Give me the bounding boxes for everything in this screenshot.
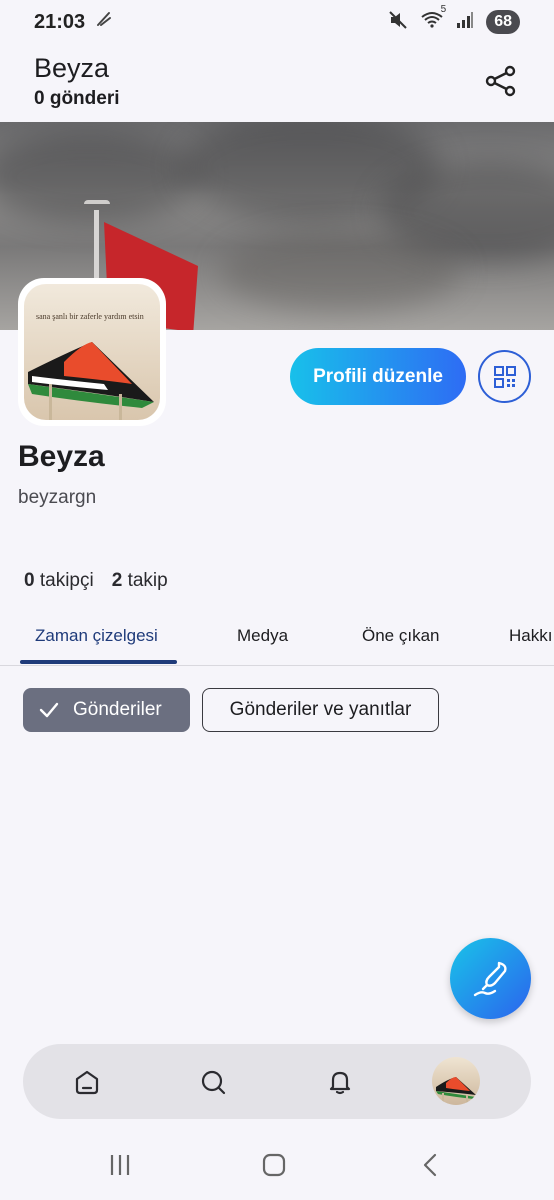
nav-home[interactable] <box>67 1062 107 1102</box>
signal-icon <box>456 11 474 34</box>
check-icon <box>39 702 59 718</box>
battery-indicator: 68 <box>486 10 520 34</box>
bottom-nav <box>23 1044 531 1119</box>
display-name: Beyza <box>18 440 105 473</box>
status-time: 21:03 <box>34 10 86 33</box>
tab-featured[interactable]: Öne çıkan <box>362 626 440 646</box>
flag-avatar-image <box>28 342 154 420</box>
home-button-icon <box>262 1153 286 1177</box>
followers-label: takipçi <box>39 570 94 591</box>
header-post-count: 0 gönderi <box>34 88 120 109</box>
flag-avatar-thumbnail <box>436 1077 476 1105</box>
qr-code-button[interactable] <box>478 350 531 403</box>
following-count: 2 <box>111 570 123 591</box>
filter-posts-replies-label: Gönderiler ve yanıtlar <box>229 699 412 720</box>
back-icon <box>423 1153 437 1177</box>
follow-stats: 0 takipçi 2 takip <box>24 570 168 592</box>
share-icon <box>485 65 516 97</box>
tab-indicator <box>20 660 177 664</box>
tab-about[interactable]: Hakkı <box>509 626 552 646</box>
compose-button[interactable] <box>450 938 531 1019</box>
nav-search[interactable] <box>193 1062 233 1102</box>
profile-tabs: Zaman çizelgesi Medya Öne çıkan Hakkı <box>0 612 554 666</box>
back-button[interactable] <box>410 1150 450 1180</box>
nav-notifications[interactable] <box>320 1062 360 1102</box>
filter-posts-label: Gönderiler <box>73 699 162 720</box>
home-icon <box>75 1070 99 1095</box>
wifi-icon: 5 <box>420 4 446 35</box>
nav-profile-avatar[interactable] <box>432 1057 480 1105</box>
recent-apps-button[interactable] <box>100 1150 140 1180</box>
followers-link[interactable]: 0 takipçi <box>24 570 94 592</box>
qr-code-icon <box>493 365 516 388</box>
tab-media[interactable]: Medya <box>237 626 288 646</box>
profile-header: Beyza 0 gönderi <box>34 50 534 116</box>
compose-icon <box>473 961 507 996</box>
lightning-icon <box>95 10 113 34</box>
tab-timeline[interactable]: Zaman çizelgesi <box>35 626 158 646</box>
filter-posts-replies-chip[interactable]: Gönderiler ve yanıtlar <box>202 688 439 732</box>
share-button[interactable] <box>484 64 518 98</box>
status-bar: 21:03 5 68 <box>0 0 554 44</box>
profile-avatar[interactable]: sana şanlı bir zaferle yardım etsin <box>18 278 166 426</box>
home-system-button[interactable] <box>254 1150 294 1180</box>
recent-apps-icon <box>110 1155 130 1175</box>
edit-profile-button[interactable]: Profili düzenle <box>290 348 466 405</box>
followers-count: 0 <box>24 570 35 591</box>
search-icon <box>201 1070 226 1095</box>
header-name: Beyza <box>34 53 110 83</box>
mute-icon <box>388 10 408 35</box>
following-link[interactable]: 2 takip <box>112 570 168 592</box>
bell-icon <box>329 1071 351 1095</box>
network-label: 5 <box>440 3 447 15</box>
user-handle: beyzargn <box>18 487 97 508</box>
following-label: takip <box>127 570 168 591</box>
system-navigation <box>0 1140 554 1190</box>
filter-posts-chip[interactable]: Gönderiler <box>23 688 190 732</box>
